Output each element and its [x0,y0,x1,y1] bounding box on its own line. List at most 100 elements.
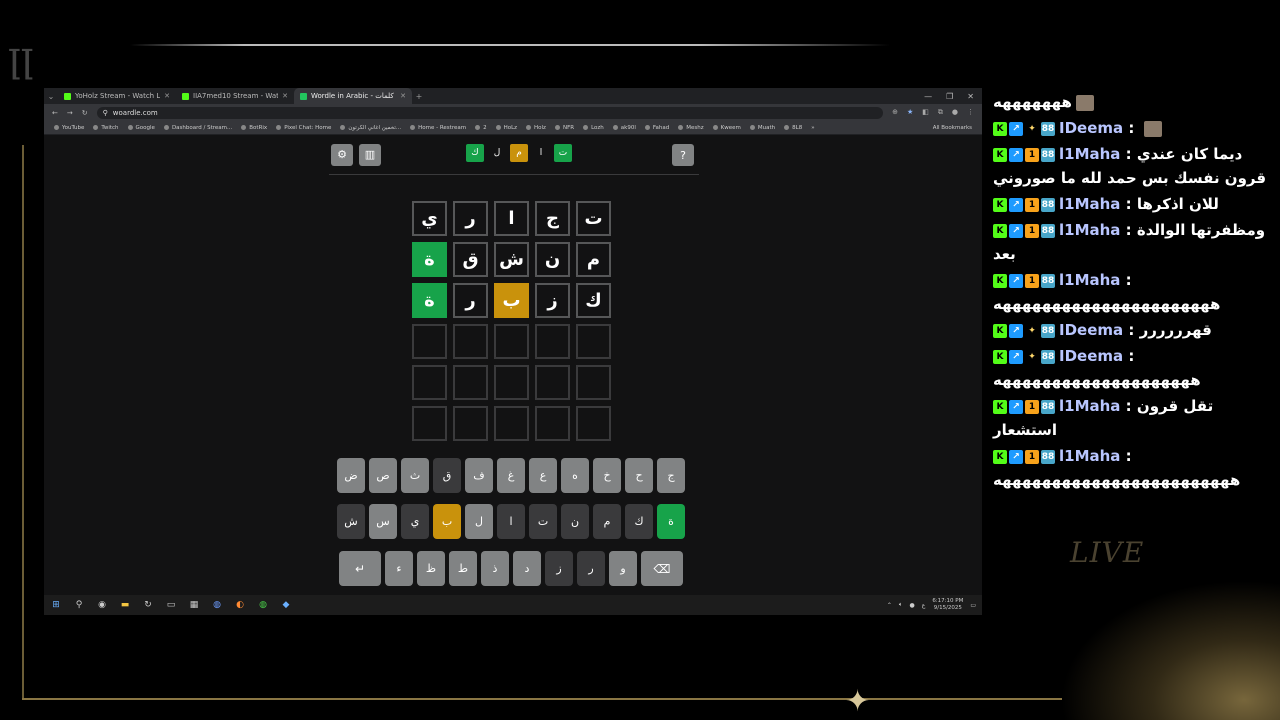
chat-username[interactable]: l1Maha [1059,221,1120,239]
keyboard-key[interactable]: ش [337,504,365,539]
bookmark-item[interactable]: Lozh [583,125,604,131]
keyboard-key[interactable]: ذ [481,551,509,586]
keyboard-key[interactable]: ك [625,504,653,539]
close-tab-icon[interactable]: ✕ [282,92,288,100]
keyboard-key[interactable]: ر [577,551,605,586]
menu-icon[interactable]: ⋮ [967,108,974,117]
keyboard-key[interactable]: ة [657,504,685,539]
maximize-icon[interactable]: ❐ [946,92,953,101]
terminal-icon[interactable]: ▭ [165,599,177,611]
bookmark-item[interactable]: Meshz [678,125,704,131]
keyboard-key[interactable]: د [513,551,541,586]
keyboard-key[interactable]: ه [561,458,589,493]
bookmark-item[interactable]: Fahad [644,125,669,131]
backspace-key[interactable]: ⌫ [641,551,683,586]
bookmark-item[interactable]: YouTube [54,125,84,131]
site-info-icon[interactable]: ⚲ [103,109,108,117]
reload-icon[interactable]: ↻ [82,109,88,117]
keyboard-key[interactable]: ز [545,551,573,586]
keyboard-key[interactable]: ج [657,458,685,493]
keyboard-key[interactable]: ح [625,458,653,493]
enter-key[interactable]: ↵ [339,551,381,586]
chat-username[interactable]: l1Maha [1059,447,1120,465]
bookmark-item[interactable]: NFR [554,125,574,131]
keyboard-key[interactable]: و [609,551,637,586]
bookmark-item[interactable]: Home - Restream [410,125,466,131]
zoom-icon[interactable]: ⊕ [892,108,898,117]
url-input[interactable]: ⚲ woardle.com [96,106,884,119]
keyboard-key[interactable]: غ [497,458,525,493]
firefox-icon[interactable]: ◐ [234,599,246,611]
keyboard-key[interactable]: ي [401,504,429,539]
browser-tab[interactable]: YoHolz Stream - Watch Live on✕ [58,88,176,104]
mic-icon[interactable]: ● [909,602,914,609]
bookmark-item[interactable]: Dashboard / Stream... [163,125,232,131]
bookmark-item[interactable]: 8L8 [784,125,802,131]
volume-icon[interactable]: 🔈︎ [899,601,903,609]
bookmarks-more-icon[interactable]: » [811,125,814,131]
bookmark-item[interactable]: Holz [526,125,546,131]
bookmark-item[interactable]: BotRix [241,125,267,131]
bookmark-item[interactable]: 2 [475,125,487,131]
keyboard-key[interactable]: ن [561,504,589,539]
keyboard-key[interactable]: ص [369,458,397,493]
extension-icon[interactable]: ◧ [922,108,929,117]
keyboard-key[interactable]: ء [385,551,413,586]
file-explorer-icon[interactable]: ▬ [119,599,131,611]
chat-username[interactable]: IDeema [1059,347,1123,365]
extensions-puzzle-icon[interactable]: ⧉ [938,108,943,117]
bookmark-item[interactable]: Pixel Chat: Home [276,125,331,131]
forward-icon[interactable]: → [67,109,73,117]
browser-tab[interactable]: IIA7med10 Stream - Watch Live✕ [176,88,294,104]
chat-username[interactable]: l1Maha [1059,397,1120,415]
keyboard-key[interactable]: ل [465,504,493,539]
windows-start-icon[interactable]: ⊞ [50,599,62,611]
chat-username[interactable]: IDeema [1059,119,1123,137]
keyboard-key[interactable]: ت [529,504,557,539]
steam-icon[interactable]: ◆ [280,599,292,611]
new-tab-button[interactable]: + [412,89,426,103]
all-bookmarks-link[interactable]: All Bookmarks [933,125,972,131]
tab-search-icon[interactable]: ⌄ [44,89,58,103]
bookmark-item[interactable]: HoLz [495,125,517,131]
back-icon[interactable]: ← [52,109,58,117]
chat-username[interactable]: l1Maha [1059,271,1120,289]
close-tab-icon[interactable]: ✕ [164,92,170,100]
keyboard-key[interactable]: ظ [417,551,445,586]
bookmark-item[interactable]: ak90l [612,125,636,131]
bookmark-star-icon[interactable]: ★ [907,108,913,117]
keyboard-key[interactable]: ا [497,504,525,539]
chrome-icon[interactable]: ◍ [211,599,223,611]
keyboard-key[interactable]: ض [337,458,365,493]
notifications-icon[interactable]: ▭ [970,602,976,609]
keyboard-key[interactable]: خ [593,458,621,493]
keyboard-key[interactable]: ط [449,551,477,586]
browser-tab[interactable]: Wordle in Arabic - كلمات ✕ [294,88,412,104]
close-window-icon[interactable]: ✕ [967,92,974,101]
chat-username[interactable]: l1Maha [1059,145,1120,163]
language-indicator[interactable]: ع [922,602,926,609]
help-button[interactable]: ? [672,144,694,166]
obs-icon[interactable]: ◉ [96,599,108,611]
settings-gear-icon[interactable]: ⚙ [331,143,353,166]
store-icon[interactable]: ▦ [188,599,200,611]
close-tab-icon[interactable]: ✕ [400,92,406,100]
profile-avatar-icon[interactable]: ● [952,108,958,117]
keyboard-key[interactable]: ع [529,458,557,493]
keyboard-key[interactable]: ب [433,504,461,539]
keyboard-key[interactable]: س [369,504,397,539]
keyboard-key[interactable]: م [593,504,621,539]
bookmark-item[interactable]: Muath [749,125,775,131]
keyboard-key[interactable]: ق [433,458,461,493]
bookmark-item[interactable]: تخمين اغاني الكرتون... [340,125,401,131]
bookmark-item[interactable]: Google [127,125,155,131]
chat-username[interactable]: IDeema [1059,321,1123,339]
chat-username[interactable]: l1Maha [1059,195,1120,213]
bookmark-item[interactable]: Kweem [712,125,741,131]
keyboard-key[interactable]: ف [465,458,493,493]
minimize-icon[interactable]: — [924,92,932,101]
bookmark-item[interactable]: Twitch [93,125,119,131]
search-icon[interactable]: ⚲ [73,599,85,611]
tray-chevron-icon[interactable]: ⌃ [887,602,892,609]
keyboard-key[interactable]: ث [401,458,429,493]
